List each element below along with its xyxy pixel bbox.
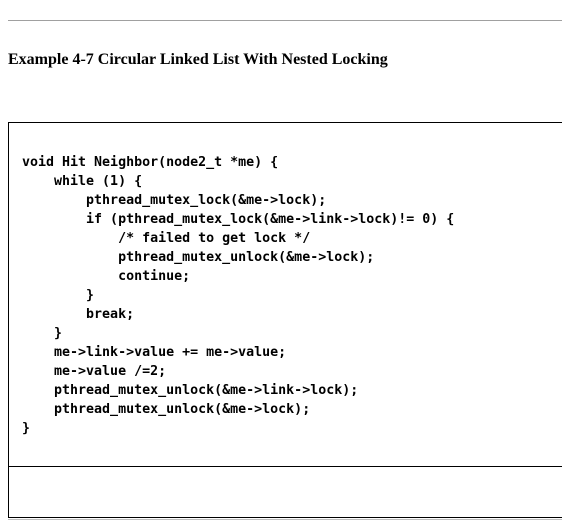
code-line: }: [22, 288, 95, 303]
code-line: pthread_mutex_lock(&me->lock);: [22, 193, 327, 208]
code-line: pthread_mutex_unlock(&me->link->lock);: [22, 383, 359, 398]
code-line: /* failed to get lock */: [22, 231, 311, 246]
code-line: pthread_mutex_unlock(&me->lock);: [22, 250, 375, 265]
empty-table-row: [8, 466, 562, 518]
code-line: break;: [22, 307, 135, 322]
code-line: if (pthread_mutex_lock(&me->link->lock)!…: [22, 212, 455, 227]
code-line: me->link->value += me->value;: [22, 345, 287, 360]
code-block: void Hit Neighbor(node2_t *me) { while (…: [22, 153, 454, 438]
code-line: continue;: [22, 269, 191, 284]
code-line: }: [22, 421, 31, 436]
top-divider: [8, 20, 562, 21]
code-line: }: [22, 326, 63, 341]
code-line: void Hit Neighbor(node2_t *me) {: [22, 155, 279, 170]
code-line: pthread_mutex_unlock(&me->lock);: [22, 402, 311, 417]
example-heading: Example 4-7 Circular Linked List With Ne…: [8, 51, 388, 68]
code-example-box: void Hit Neighbor(node2_t *me) { while (…: [8, 122, 562, 467]
code-line: while (1) {: [22, 174, 143, 189]
bottom-divider: [8, 519, 562, 520]
code-line: me->value /=2;: [22, 364, 167, 379]
